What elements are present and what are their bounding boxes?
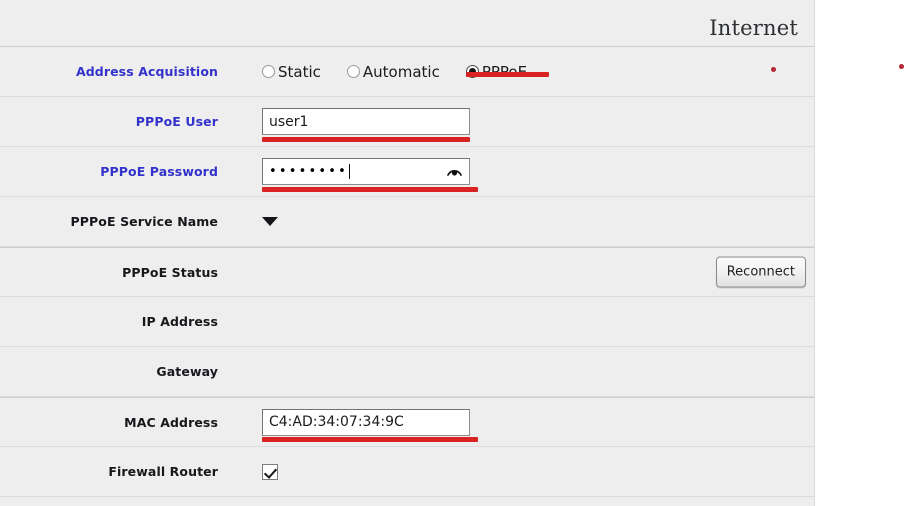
- label-pppoe-user: PPPoE User: [135, 114, 218, 129]
- field-pppoe-user: user1: [262, 97, 814, 147]
- field-address-acquisition: Static Automatic PPPoE: [262, 47, 814, 97]
- field-firewall-router: [262, 447, 814, 497]
- internet-settings-panel: Internet Address Acquisition Static Auto…: [0, 0, 815, 506]
- radio-static-label: Static: [278, 62, 321, 81]
- radio-static-indicator: [262, 65, 275, 78]
- row-pppoe-service-name: PPPoE Service Name: [0, 197, 814, 247]
- eye-icon[interactable]: [447, 166, 462, 177]
- field-pppoe-status: Reconnect: [262, 247, 814, 297]
- text-cursor: [348, 164, 350, 179]
- pppoe-password-input[interactable]: ••••••••: [262, 158, 470, 185]
- label-firewall-router: Firewall Router: [108, 464, 218, 479]
- row-pppoe-password: PPPoE Password ••••••••: [0, 147, 814, 197]
- field-mac-address: C4:AD:34:07:34:9C: [262, 397, 814, 447]
- label-pppoe-status: PPPoE Status: [122, 264, 218, 280]
- panel-header: Internet: [0, 0, 814, 47]
- label-mac-address: MAC Address: [124, 414, 218, 430]
- firewall-router-checkbox[interactable]: [262, 463, 278, 480]
- field-pppoe-password: ••••••••: [262, 147, 814, 197]
- radio-option-pppoe[interactable]: PPPoE: [465, 63, 549, 81]
- label-pppoe-service-name: PPPoE Service Name: [70, 214, 218, 229]
- radio-option-static[interactable]: Static: [262, 63, 321, 81]
- row-mac-address: MAC Address C4:AD:34:07:34:9C: [0, 397, 814, 447]
- pppoe-user-value: user1: [269, 113, 309, 130]
- radio-option-automatic[interactable]: Automatic: [346, 62, 440, 81]
- annotation-dot-inner: [771, 67, 776, 72]
- annotation-underline-pppoe: [465, 71, 549, 77]
- field-ip-address: [262, 297, 814, 347]
- page-title: Internet: [709, 16, 798, 40]
- annotation-underline-mac-address: [262, 437, 478, 442]
- row-gateway: Gateway: [0, 347, 814, 397]
- mac-address-value: C4:AD:34:07:34:9C: [269, 414, 404, 430]
- pppoe-user-input[interactable]: user1: [262, 108, 470, 135]
- pppoe-password-value: ••••••••: [269, 164, 348, 179]
- chevron-down-icon[interactable]: [262, 217, 278, 226]
- label-address-acquisition: Address Acquisition: [75, 64, 218, 79]
- radio-automatic-label: Automatic: [362, 62, 440, 81]
- annotation-underline-pppoe-user: [262, 136, 470, 142]
- screenshot-root: Internet Address Acquisition Static Auto…: [0, 0, 906, 506]
- radio-group-address-acquisition: Static Automatic PPPoE: [262, 62, 549, 81]
- reconnect-button[interactable]: Reconnect: [715, 256, 806, 288]
- mac-address-input[interactable]: C4:AD:34:07:34:9C: [262, 408, 470, 436]
- radio-automatic-indicator: [346, 65, 360, 78]
- row-pppoe-user: PPPoE User user1: [0, 97, 814, 147]
- row-pppoe-status: PPPoE Status Reconnect: [0, 247, 814, 297]
- row-firewall-router: Firewall Router: [0, 447, 814, 497]
- annotation-dot-outer: [899, 64, 904, 69]
- row-address-acquisition: Address Acquisition Static Automatic PPP…: [0, 47, 814, 97]
- field-gateway: [262, 347, 814, 397]
- field-pppoe-service-name: [262, 197, 814, 247]
- row-ip-address: IP Address: [0, 297, 814, 347]
- annotation-underline-pppoe-password: [262, 186, 478, 192]
- label-gateway: Gateway: [156, 364, 218, 379]
- label-pppoe-password: PPPoE Password: [100, 164, 218, 179]
- label-ip-address: IP Address: [141, 314, 218, 329]
